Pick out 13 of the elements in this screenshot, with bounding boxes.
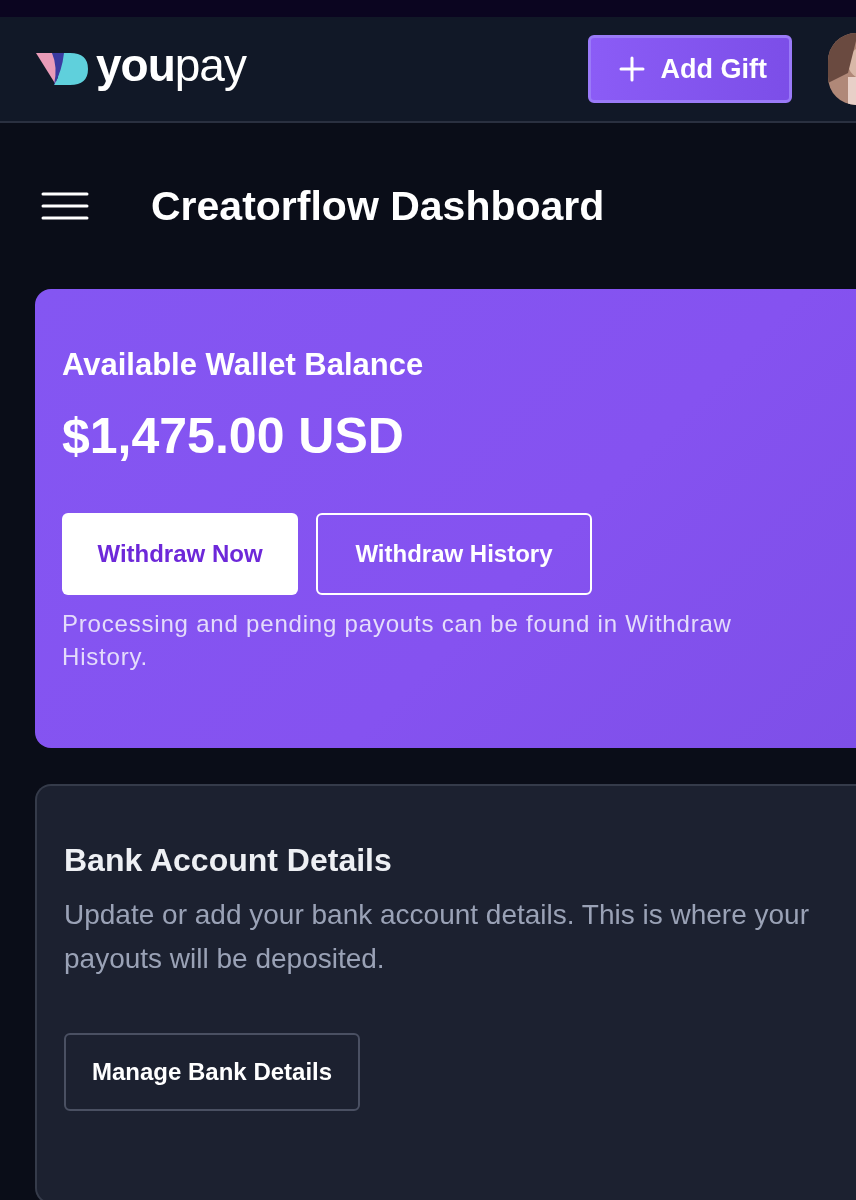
logo-text: youpay: [96, 42, 246, 93]
manage-bank-details-button[interactable]: Manage Bank Details: [64, 1033, 361, 1111]
balance-amount: $1,475.00 USD: [62, 407, 405, 465]
history-button[interactable]: Withdraw History: [316, 513, 592, 595]
card-description: Update or add your bank account details. This is where your payouts will be deposited.: [64, 898, 810, 976]
card-title: Available Wallet Balance: [62, 347, 425, 383]
payout-note: Processing and pending payouts can be found in Withdraw History.: [62, 609, 733, 672]
plus-icon: [618, 56, 645, 82]
add-gift-button[interactable]: Add Gift: [587, 35, 792, 103]
card-title: Bank Account Details: [64, 842, 393, 879]
menu-icon[interactable]: [41, 191, 89, 221]
page-title: Creatorflow Dashboard: [151, 182, 605, 230]
withdraw-button[interactable]: Withdraw Now: [62, 513, 298, 595]
